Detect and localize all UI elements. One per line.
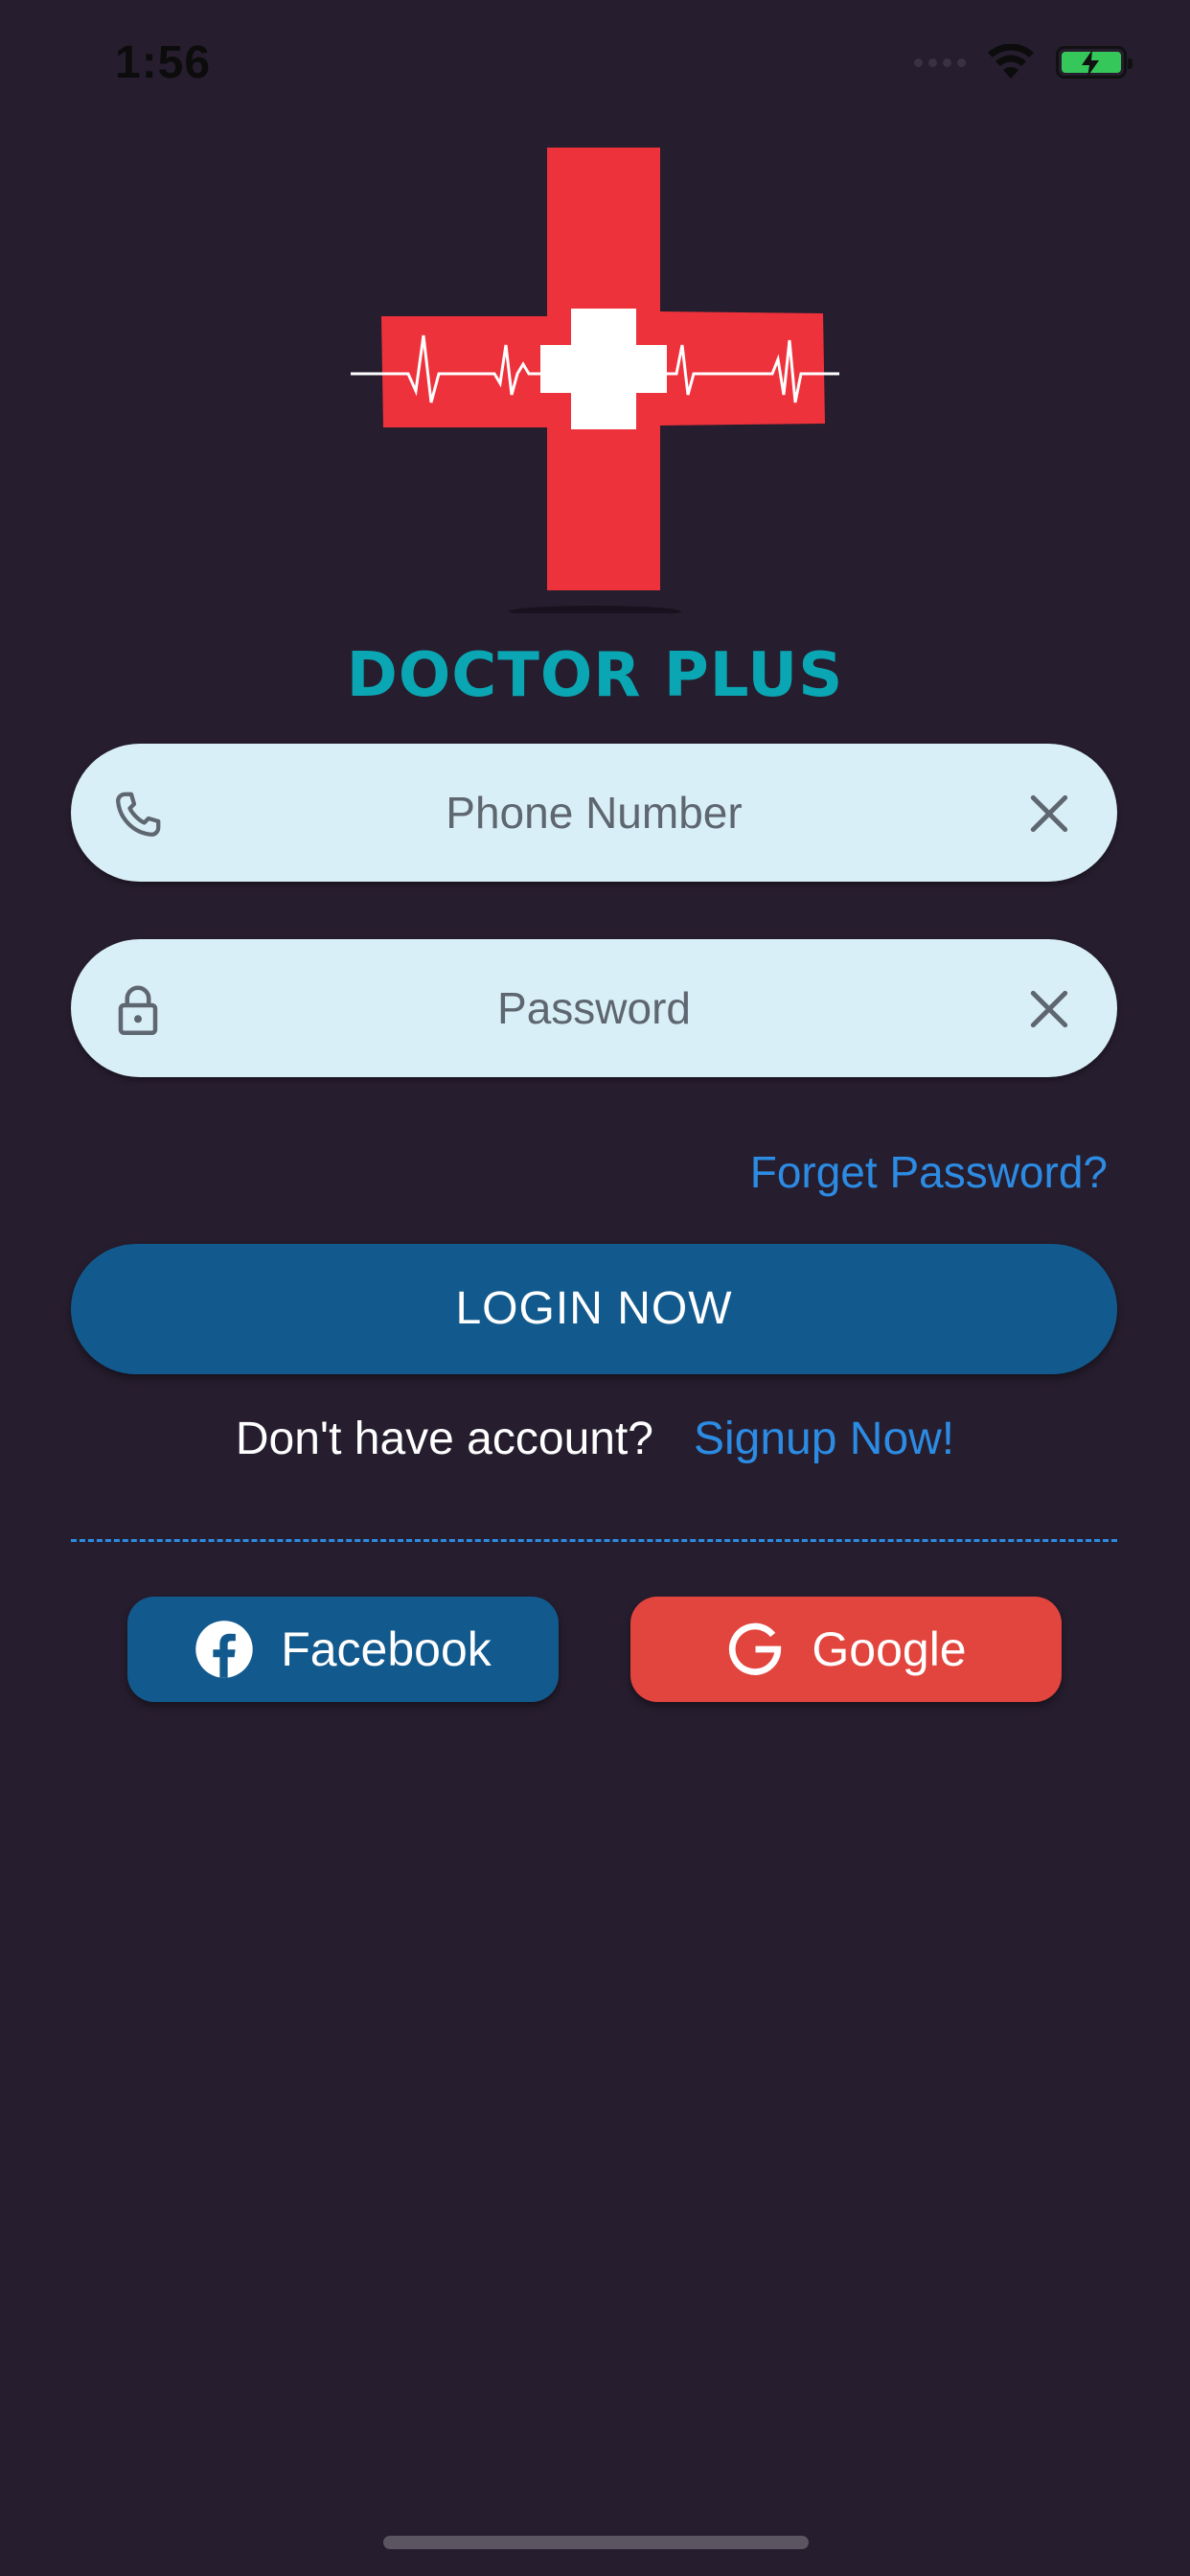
phone-number-input[interactable] [195, 744, 995, 884]
home-indicator[interactable] [383, 2536, 809, 2549]
clear-phone-icon[interactable] [1025, 790, 1073, 838]
google-label: Google [812, 1622, 967, 1676]
google-login-button[interactable]: Google [630, 1597, 1062, 1702]
password-field[interactable]: Password [71, 939, 1117, 1079]
lock-icon [118, 985, 158, 1035]
wifi-icon [988, 44, 1034, 79]
doctor-plus-logo [351, 144, 841, 617]
facebook-label: Facebook [281, 1622, 492, 1676]
phone-number-field[interactable]: Phone Number [71, 744, 1117, 884]
status-time: 1:56 [115, 37, 212, 88]
signup-row: Don't have account? Signup Now! [0, 1413, 1190, 1465]
facebook-login-button[interactable]: Facebook [127, 1597, 559, 1702]
signup-link[interactable]: Signup Now! [694, 1414, 954, 1464]
battery-icon [1056, 46, 1133, 79]
cellular-signal-icon [914, 58, 966, 67]
phone-icon [116, 792, 161, 837]
app-title: DOCTOR PLUS [346, 640, 844, 711]
login-button[interactable]: LOGIN NOW [71, 1244, 1117, 1374]
dashed-divider [71, 1539, 1117, 1542]
clear-password-icon[interactable] [1025, 985, 1073, 1033]
status-icons [914, 44, 1133, 80]
password-input[interactable] [195, 939, 995, 1079]
signup-question: Don't have account? [235, 1414, 653, 1464]
facebook-icon [195, 1621, 253, 1678]
google-icon [729, 1622, 782, 1675]
forget-password-link[interactable]: Forget Password? [750, 1146, 1108, 1198]
status-bar: 1:56 [0, 0, 1190, 134]
